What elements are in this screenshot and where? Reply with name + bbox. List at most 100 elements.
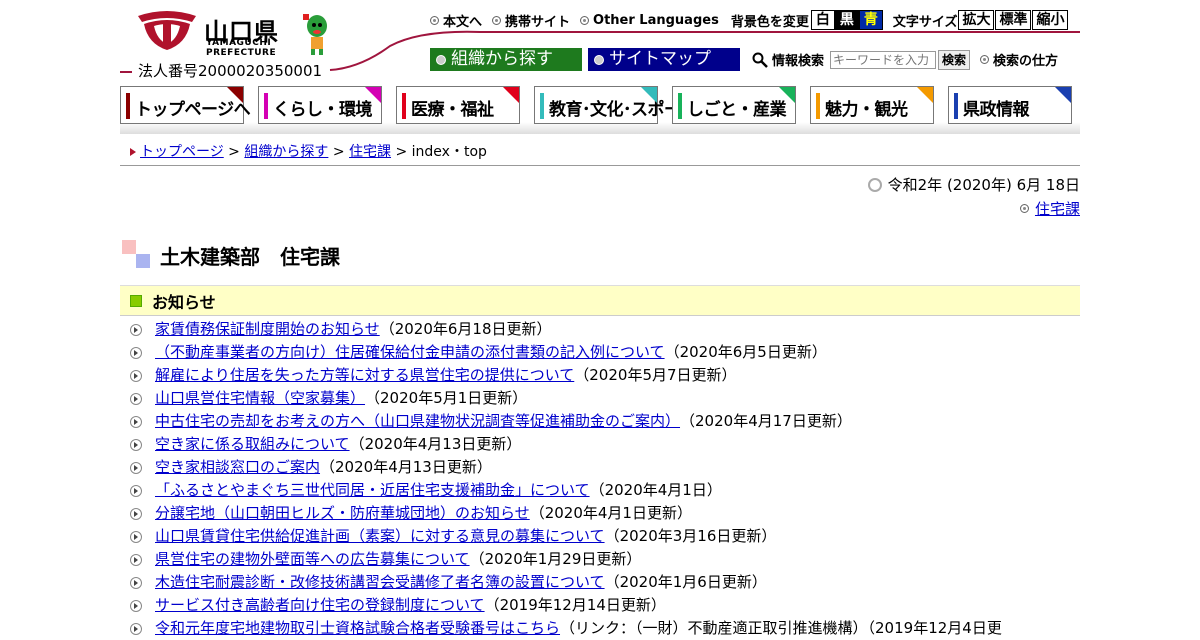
nav-tab-bar <box>954 93 958 119</box>
news-link[interactable]: 家賃債務保証制度開始のお知らせ <box>155 318 380 341</box>
news-link[interactable]: 中古住宅の売却をお考えの方へ（山口県建物状況調査等促進補助金のご案内） <box>155 410 680 433</box>
arrow-bullet-icon <box>130 369 142 382</box>
nav-tab-1[interactable]: くらし・環境 <box>258 86 382 124</box>
org-search-label: 組織から探す <box>451 49 553 69</box>
nav-tab-corner <box>503 87 519 103</box>
news-date: （2020年4月17日更新） <box>680 412 852 430</box>
fontsize-large-button[interactable]: 拡大 <box>958 10 995 30</box>
page-title-block: 土木建築部 住宅課 <box>122 240 340 270</box>
prefecture-logo[interactable]: 山口県 YAMAGUCHI PREFECTURE <box>134 10 346 58</box>
arrow-bullet-icon <box>130 484 142 497</box>
arrow-bullet-icon <box>130 438 142 451</box>
news-date: （リンク：（一財）不動産適正取引推進機構）（2019年12月4日更 <box>560 619 1002 637</box>
bullet-icon <box>580 15 590 25</box>
fontsize-small-button[interactable]: 縮小 <box>1032 10 1069 30</box>
arrow-bullet-icon <box>130 530 142 543</box>
breadcrumb-dept-link[interactable]: 住宅課 <box>349 144 391 160</box>
news-link[interactable]: 解雇により住居を失った方等に対する県営住宅の提供について <box>155 364 574 387</box>
arrow-bullet-icon <box>130 507 142 520</box>
arrow-bullet-icon <box>130 576 142 589</box>
nav-tab-corner <box>1055 87 1071 103</box>
nav-tab-label: 魅力・観光 <box>825 100 908 120</box>
news-item: 県営住宅の建物外壁面等への広告募集について （2020年1月29日更新） <box>130 548 1080 571</box>
bgcolor-label: 背景色を変更 <box>730 14 809 30</box>
nav-tab-bar <box>264 93 268 119</box>
news-link[interactable]: 令和元年度宅地建物取引士資格試験合格者受験番号はこちら <box>155 617 560 640</box>
corp-dash <box>120 70 132 73</box>
nav-tab-4[interactable]: しごと・産業 <box>672 86 796 124</box>
news-link[interactable]: 「ふるさとやまぐち三世代同居・近居住宅支援補助金」について <box>155 479 590 502</box>
fontsize-label: 文字サイズ <box>892 14 958 30</box>
search-howto-link[interactable]: 検索の仕方 <box>980 50 1058 69</box>
nav-tab-bar <box>126 93 130 119</box>
search-input[interactable] <box>830 50 937 69</box>
news-item: 家賃債務保証制度開始のお知らせ （2020年6月18日更新） <box>130 318 1080 341</box>
nav-tab-3[interactable]: 教育･文化･スポーツ <box>534 86 697 124</box>
fontsize-normal-button[interactable]: 標準 <box>995 10 1032 30</box>
news-item: 木造住宅耐震診断・改修技術講習会受講修了者名簿の設置について （2020年1月6日… <box>130 571 1080 594</box>
news-link[interactable]: 空き家相談窓口のご案内 <box>155 456 320 479</box>
sitemap-button[interactable]: サイトマップ <box>588 48 740 71</box>
arrow-bullet-icon <box>130 392 142 405</box>
mobile-site-label: 携帯サイト <box>505 14 571 30</box>
news-link[interactable]: 分譲宅地（山口朝田ヒルズ・防府華城団地）のお知らせ <box>155 502 530 525</box>
nav-tab-corner <box>641 87 657 103</box>
news-link[interactable]: 山口県営住宅情報（空家募集） <box>155 387 365 410</box>
site-header: 山口県 YAMAGUCHI PREFECTURE 法人番号20000203500… <box>120 0 1080 84</box>
dept-link-row: 住宅課 <box>1019 198 1080 219</box>
breadcrumb-org-link[interactable]: 組織から探す <box>244 144 328 160</box>
nav-tab-corner <box>779 87 795 103</box>
search-label: 情報検索 <box>772 54 825 69</box>
site-search: 情報検索 検索 <box>752 49 971 70</box>
bullet-icon <box>1019 204 1029 213</box>
news-date: （2020年1月6日更新） <box>604 573 767 591</box>
refresh-icon <box>867 177 882 192</box>
nav-tab-2[interactable]: 医療・福祉 <box>396 86 520 124</box>
search-button[interactable]: 検索 <box>938 49 971 70</box>
news-link[interactable]: サービス付き高齢者向け住宅の登録制度について <box>155 594 485 617</box>
skip-to-content-link[interactable]: 本文へ <box>430 11 482 30</box>
nav-tab-label: 医療・福祉 <box>411 100 494 120</box>
bgcolor-white-button[interactable]: 白 <box>810 10 835 30</box>
breadcrumb: トップページ > 組織から探す > 住宅課 > index・top <box>130 141 487 161</box>
news-item: 空き家相談窓口のご案内 （2020年4月13日更新） <box>130 456 1080 479</box>
news-item: サービス付き高齢者向け住宅の登録制度について （2019年12月14日更新） <box>130 594 1080 617</box>
news-link[interactable]: 木造住宅耐震診断・改修技術講習会受講修了者名簿の設置について <box>155 571 605 594</box>
news-link[interactable]: 山口県賃貸住宅供給促進計画（素案）に対する意見の募集について <box>155 525 605 548</box>
other-languages-label: Other Languages <box>593 12 719 28</box>
nav-tab-corner <box>365 87 381 103</box>
news-link[interactable]: 県営住宅の建物外壁面等への広告募集について <box>155 548 470 571</box>
breadcrumb-home-link[interactable]: トップページ <box>140 144 224 160</box>
arrow-bullet-icon <box>130 323 142 336</box>
notice-heading-bar: お知らせ <box>120 285 1080 316</box>
bullet-icon <box>594 54 604 65</box>
news-item: 解雇により住居を失った方等に対する県営住宅の提供について （2020年5月7日更新… <box>130 364 1080 387</box>
header-row-2: 組織から探す サイトマップ 情報検索 検索 検索の仕方 <box>430 48 1058 71</box>
news-item: （不動産事業者の方向け）住居確保給付金申請の添付書類の記入例について （2020年… <box>130 341 1080 364</box>
bullet-icon <box>430 15 439 25</box>
news-link[interactable]: （不動産事業者の方向け）住居確保給付金申請の添付書類の記入例について <box>155 341 665 364</box>
other-languages-link[interactable]: Other Languages <box>580 13 719 28</box>
nav-tab-corner <box>227 87 243 103</box>
dept-link[interactable]: 住宅課 <box>1035 198 1080 219</box>
news-date: （2020年4月1日） <box>589 481 722 499</box>
org-search-button[interactable]: 組織から探す <box>430 48 582 71</box>
bgcolor-black-button[interactable]: 黒 <box>834 10 859 30</box>
news-date: （2020年1月29日更新） <box>469 550 642 568</box>
corporate-number-text: 法人番号2000020350001 <box>138 62 323 80</box>
nav-tab-bar <box>540 93 544 119</box>
logo-en: YAMAGUCHI PREFECTURE <box>206 38 276 58</box>
bullet-icon <box>980 55 990 64</box>
arrow-bullet-icon <box>130 415 142 428</box>
nav-tab-0[interactable]: トップページへ <box>120 86 251 124</box>
nav-tab-bar <box>402 93 406 119</box>
bgcolor-blue-button[interactable]: 青 <box>858 10 883 30</box>
nav-tab-5[interactable]: 魅力・観光 <box>810 86 934 124</box>
skip-to-content-label: 本文へ <box>443 14 483 30</box>
nav-tab-6[interactable]: 県政情報 <box>948 86 1072 124</box>
search-icon <box>752 52 768 68</box>
sitemap-label: サイトマップ <box>609 49 711 69</box>
mobile-site-link[interactable]: 携帯サイト <box>492 11 570 30</box>
news-link[interactable]: 空き家に係る取組みについて <box>155 433 350 456</box>
news-date: （2020年5月1日更新） <box>365 389 528 407</box>
